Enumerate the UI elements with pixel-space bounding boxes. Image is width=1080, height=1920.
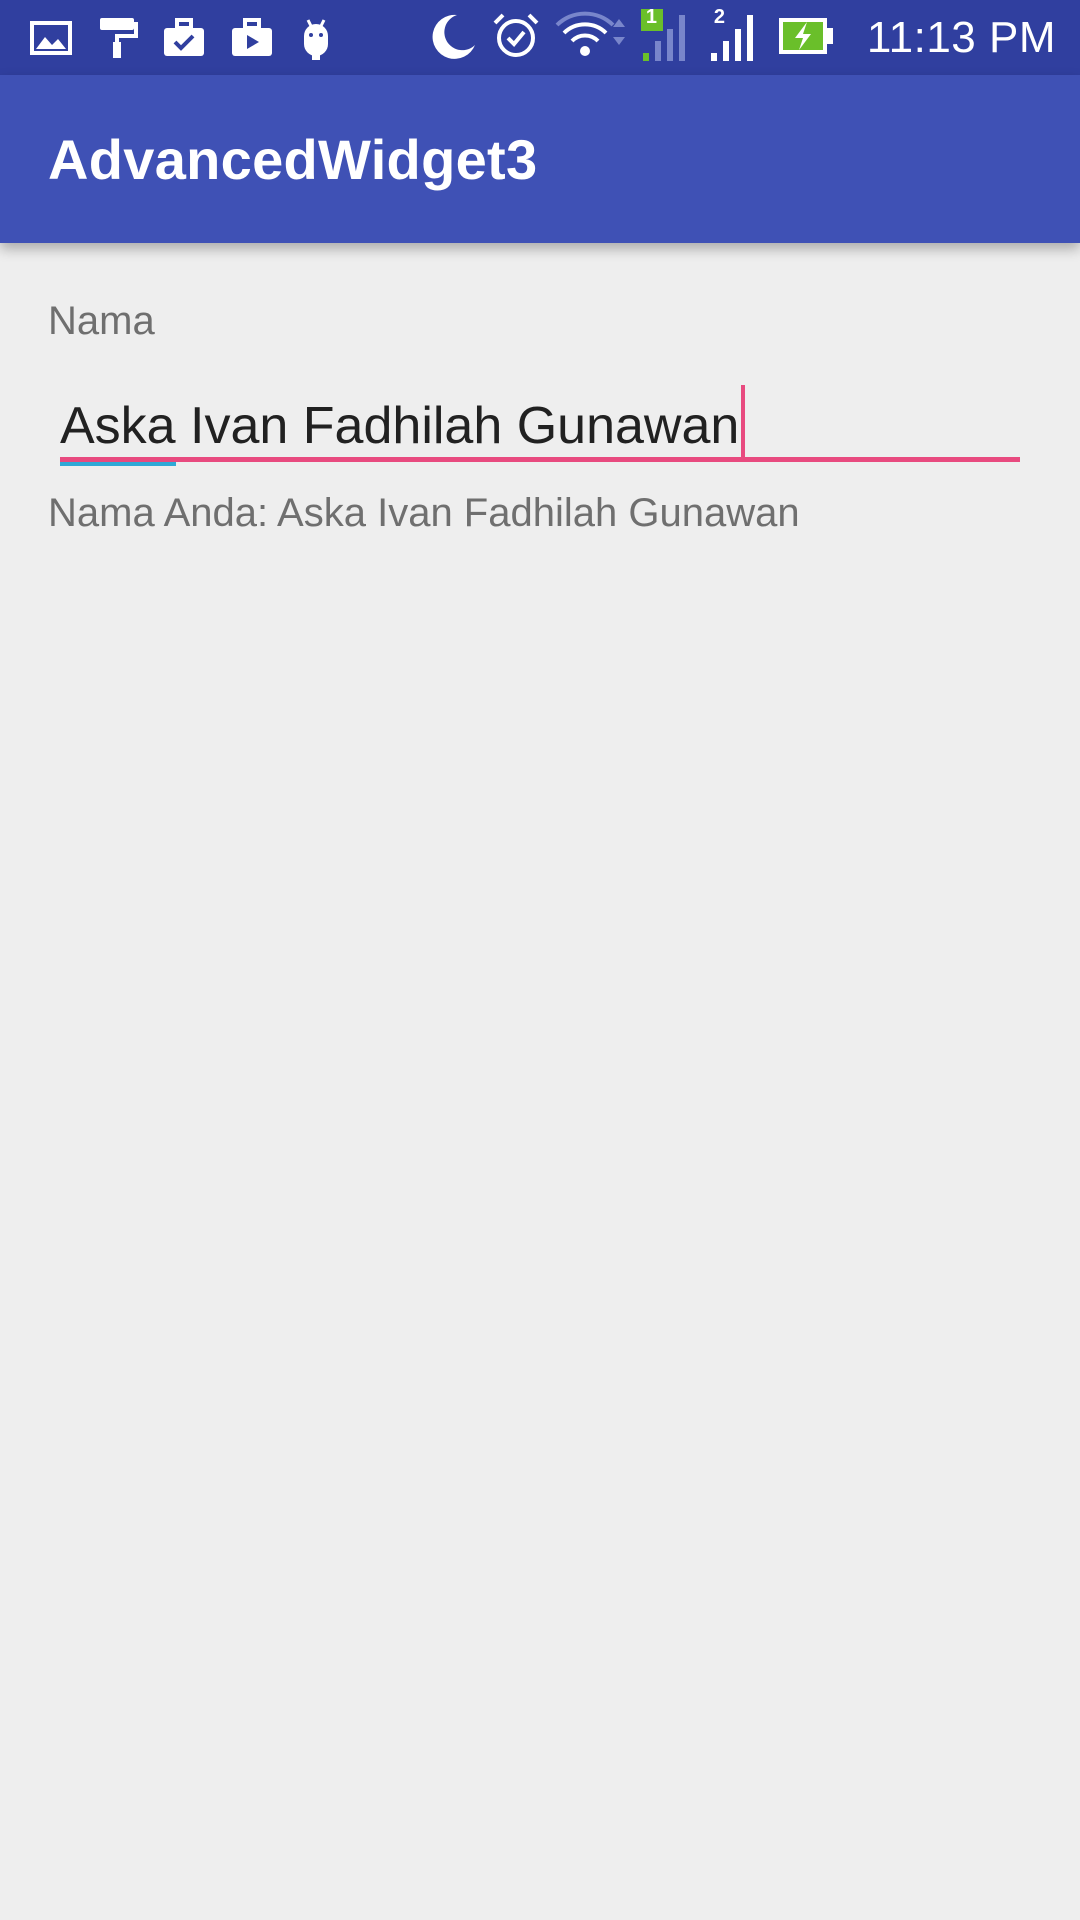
alarm-icon (491, 11, 541, 66)
main-content: Nama Aska Ivan Fadhilah Gunawan Nama And… (0, 243, 1080, 1920)
briefcase-check-icon (162, 18, 206, 58)
spellcheck-word[interactable]: Aska (60, 396, 176, 466)
system-status: 1 2 11:13 PM (427, 5, 1056, 68)
paint-roller-icon (96, 16, 138, 60)
app-title: AdvancedWidget3 (48, 128, 538, 191)
name-input-text[interactable]: Aska Ivan Fadhilah Gunawan (60, 385, 746, 466)
text-cursor (741, 385, 746, 457)
gallery-icon (30, 21, 72, 55)
app-bar: AdvancedWidget3 (0, 75, 1080, 243)
sim2-label: 2 (713, 5, 726, 28)
input-underline (60, 457, 1020, 462)
wifi-icon (555, 11, 627, 66)
name-result-text: Nama Anda: Aska Ivan Fadhilah Gunawan (48, 491, 800, 535)
signal-sim1-icon: 1 (640, 5, 695, 68)
briefcase-play-icon (230, 18, 274, 58)
sim1-label: 1 (645, 5, 658, 28)
input-first-word: Aska (60, 397, 176, 455)
name-input[interactable]: Aska Ivan Fadhilah Gunawan (60, 375, 1020, 466)
status-bar: 1 2 11:13 PM (0, 0, 1080, 75)
name-label: Nama (48, 299, 155, 343)
clock: 11:13 PM (866, 13, 1056, 62)
android-icon (298, 16, 334, 60)
moon-icon (427, 11, 477, 66)
input-rest-text: Ivan Fadhilah Gunawan (175, 397, 740, 455)
notification-icons (30, 10, 334, 66)
battery-charging-icon (777, 16, 835, 61)
signal-sim2-icon: 2 (708, 5, 763, 68)
